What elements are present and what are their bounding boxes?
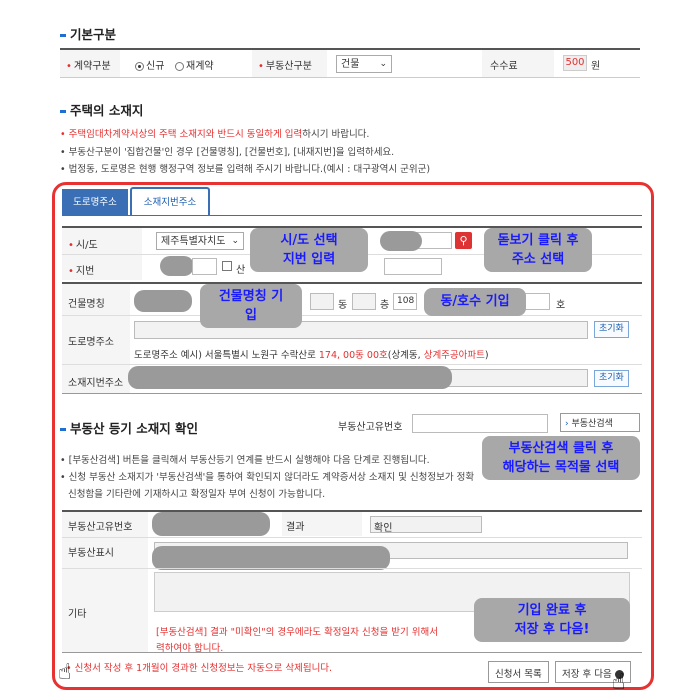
table-unique-label: 부동산고유번호 [68, 522, 133, 533]
dong-suffix: 동 [338, 300, 348, 311]
floor-value-input[interactable]: 108 [393, 293, 417, 310]
location-note-2: • 부동산구분이 '집합건물'인 경우 [건물명칭], [건물번호], [내재지번… [60, 147, 395, 158]
fee-label: 수수료 [490, 61, 518, 72]
hand-cursor-icon: ☝ [612, 670, 626, 695]
fee-value: 500 [563, 55, 587, 71]
redacted-block [160, 256, 194, 276]
road-address-label: 도로명주소 [68, 337, 114, 348]
unique-no-input[interactable] [412, 414, 548, 433]
row-divider [62, 568, 642, 569]
auto-delete-warning: • 신청서 작성 후 1개월이 경과한 신청정보는 자동으로 삭제됩니다. [66, 663, 333, 674]
callout-property-search: 부동산검색 클릭 후 해당하는 목적물 선택 [482, 436, 640, 480]
reset-lot-button[interactable]: 초기화 [594, 370, 629, 387]
mountain-checkbox[interactable] [222, 261, 232, 271]
chevron-down-icon: ⌄ [379, 59, 387, 69]
redacted-block [134, 290, 192, 312]
jibun-extra-input[interactable] [384, 258, 442, 275]
building-name-label: 건물명칭 [68, 299, 105, 310]
callout-select-sido: 시/도 선택 지번 입력 [250, 228, 368, 272]
jibun-input[interactable] [192, 258, 217, 275]
property-search-button[interactable]: › 부동산검색 [560, 413, 640, 432]
reset-road-button[interactable]: 초기화 [594, 321, 629, 338]
hand-cursor-icon: ☝ [58, 660, 72, 685]
title-bar-icon [60, 428, 66, 431]
dong-input[interactable] [310, 293, 334, 310]
title-bar-icon [60, 34, 66, 37]
property-type-select[interactable]: 건물 ⌄ [336, 55, 392, 73]
callout-building-name: 건물명칭 기입 [200, 284, 302, 328]
radio-renew[interactable]: 재계약 [175, 57, 214, 72]
tab-underline [62, 215, 642, 216]
callout-dong-ho: 동/호수 기입 [424, 288, 526, 316]
redacted-block [152, 546, 390, 570]
location-note-1: • 주택임대차계약서상의 주택 소재지와 반드시 동일하게 입력하시기 바랍니다. [60, 129, 370, 140]
form-bottom-line [62, 393, 642, 394]
unique-no-label: 부동산고유번호 [338, 422, 403, 433]
unit-suffix: 호 [556, 300, 566, 311]
radio-new[interactable]: 신규 [135, 57, 164, 72]
etc-warning-1: [부동산검색] 결과 "미확인"의 경우에라도 확정일자 신청을 받기 위해서 [156, 627, 439, 638]
registry-note-1: • [부동산검색] 버튼을 클릭해서 부동산등기 연계를 반드시 실행해야 다음 … [60, 455, 430, 466]
fee-unit: 원 [591, 61, 601, 72]
registry-note-2: • 신청 부동산 소재지가 '부동산검색'을 통하여 확인되지 않더라도 계약증서… [60, 472, 475, 483]
location-note-3: • 법정동, 도로명은 현행 행정구역 정보를 입력해 주시기 바랍니다.(예시 … [60, 164, 431, 175]
sido-select[interactable]: 제주특별자치도 ⌄ [156, 232, 244, 250]
redacted-block [152, 512, 270, 536]
chevron-down-icon: ⌄ [231, 236, 239, 246]
row-divider [62, 364, 642, 365]
section-title-location: 주택의 소재지 [60, 100, 143, 119]
result-value: 확인 [370, 516, 482, 534]
redacted-block [380, 231, 422, 251]
road-address-example: 도로명주소 예시) 서울특별시 노원구 수락산로 174, 00동 00호(상계… [134, 350, 489, 361]
table-label-column [62, 512, 148, 652]
floor-input[interactable] [352, 293, 376, 310]
section-title-basic: 기본구분 [60, 24, 116, 43]
row-divider [62, 537, 642, 538]
sido-label: • 시/도 [68, 240, 98, 251]
table-etc-label: 기타 [68, 609, 87, 620]
search-icon[interactable]: ⚲ [455, 232, 472, 249]
callout-search-address: 돋보기 클릭 후 주소 선택 [484, 228, 592, 272]
result-label: 결과 [286, 522, 305, 533]
table-bottom-line [62, 652, 642, 653]
title-bar-icon [60, 110, 66, 113]
table-display-label: 부동산표시 [68, 548, 114, 559]
contract-type-label: • 계약구분 [66, 61, 111, 72]
application-list-button[interactable]: 신청서 목록 [488, 661, 549, 683]
tab-lot-address[interactable]: 소재지번주소 [130, 187, 210, 216]
arrow-right-icon: › [565, 419, 569, 429]
redacted-block [128, 366, 452, 389]
unit-input[interactable] [524, 293, 550, 310]
property-type-label: • 부동산구분 [258, 61, 312, 72]
mountain-label: 산 [236, 265, 246, 276]
registry-note-3: 신청함을 기타란에 기재하시고 확정일자 부여 신청이 가능합니다. [68, 489, 326, 500]
section-title-registry: 부동산 등기 소재지 확인 [60, 418, 198, 437]
row-divider [62, 315, 642, 316]
lot-address-label: 소재지번주소 [68, 378, 124, 389]
form-mid-line [62, 282, 642, 284]
floor-suffix: 층 [380, 300, 390, 311]
callout-save-next: 기입 완료 후 저장 후 다음! [474, 598, 630, 642]
jibun-label: • 지번 [68, 266, 95, 277]
tab-road-address[interactable]: 도로명주소 [62, 189, 128, 216]
